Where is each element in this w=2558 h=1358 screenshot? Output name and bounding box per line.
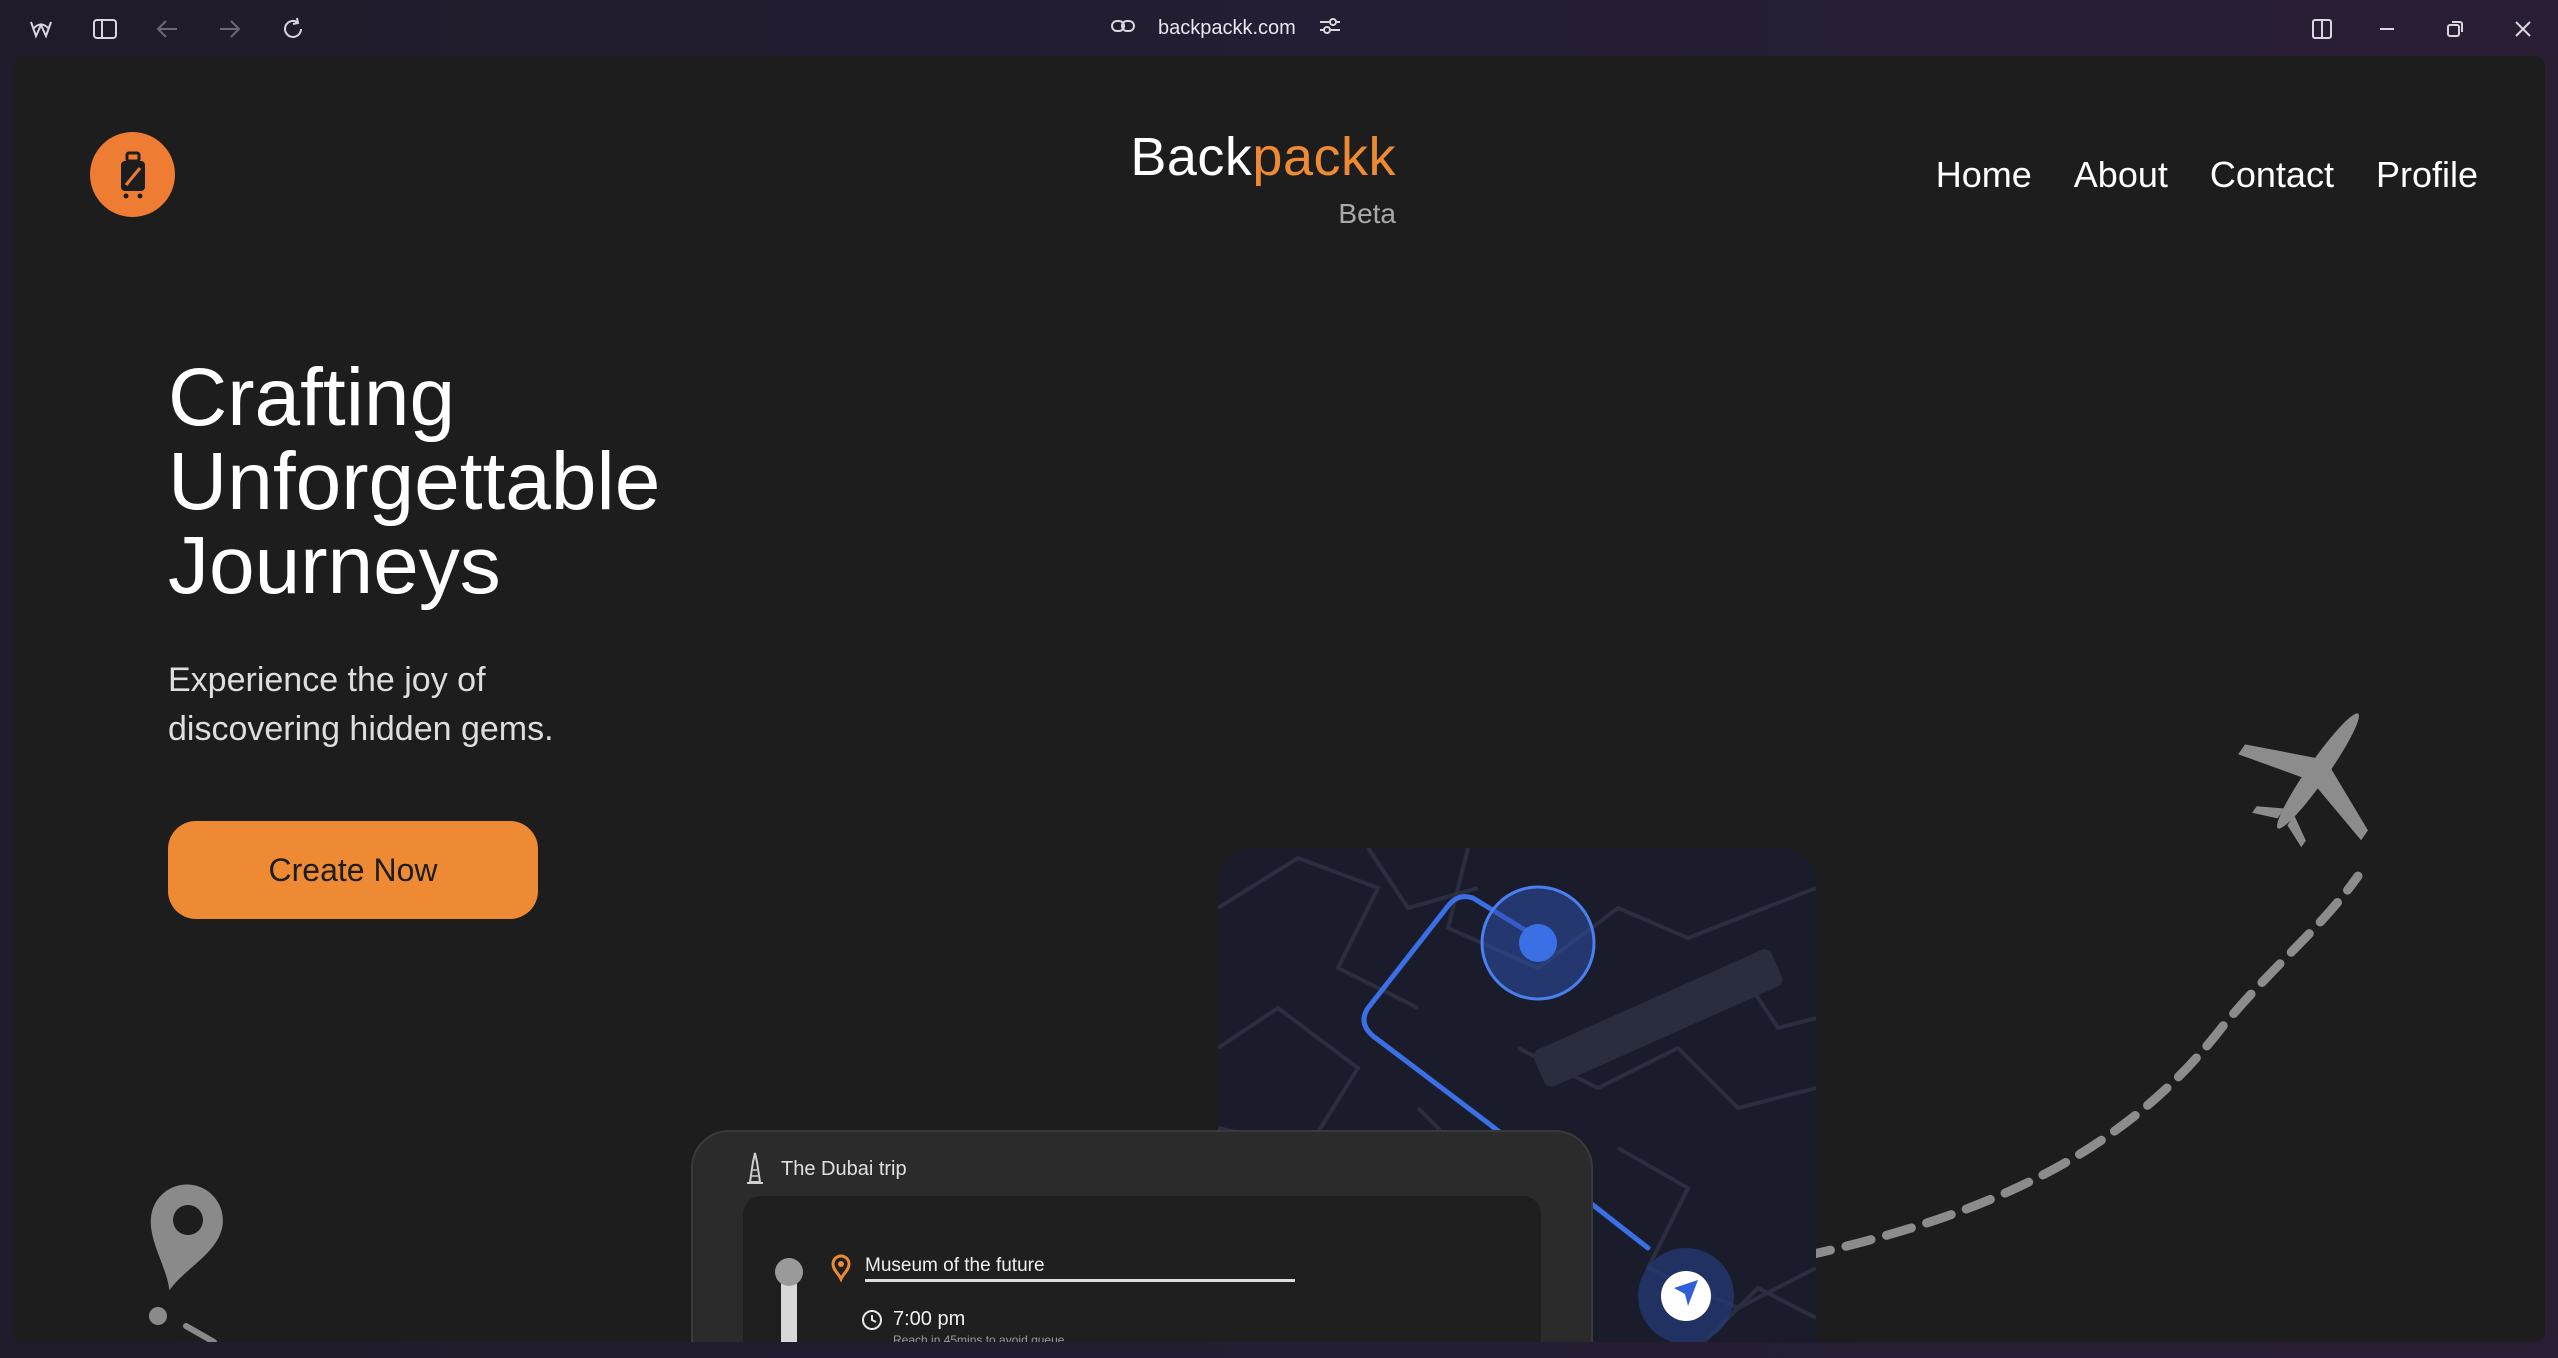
split-view-icon[interactable]	[2305, 12, 2339, 46]
hero-subtitle: Experience the joy of discovering hidden…	[168, 656, 628, 754]
address-bar[interactable]: backpackk.com	[1110, 10, 1342, 46]
stop-time: 7:00 pm	[861, 1308, 965, 1331]
hero-title: Crafting Unforgettable Journeys	[168, 356, 660, 608]
location-pin-icon	[149, 1184, 223, 1342]
back-arrow-icon[interactable]	[150, 12, 184, 46]
trip-header: The Dubai trip	[745, 1152, 907, 1186]
nav-profile[interactable]: Profile	[2376, 154, 2478, 196]
time-note: Reach in 45mins to avoid queue	[893, 1333, 1065, 1342]
trip-title: The Dubai trip	[781, 1157, 907, 1180]
airplane-icon	[2238, 713, 2368, 848]
app-logo-icon[interactable]	[24, 12, 58, 46]
page-content: Backpackk Beta Home About Contact Profil…	[13, 56, 2545, 1342]
main-nav: Home About Contact Profile	[1936, 154, 2478, 196]
time-text: 7:00 pm	[893, 1308, 966, 1330]
site-settings-icon[interactable]	[1318, 15, 1342, 42]
nav-home[interactable]: Home	[1936, 154, 2032, 196]
hero-subtitle-line: discovering hidden gems.	[168, 710, 554, 748]
nav-contact[interactable]: Contact	[2210, 154, 2334, 196]
close-icon[interactable]	[2506, 12, 2540, 46]
create-now-button[interactable]: Create Now	[168, 821, 538, 919]
hero-title-line: Crafting	[168, 352, 456, 443]
restore-icon[interactable]	[2438, 12, 2472, 46]
trip-card[interactable]: The Dubai trip Museum of the future 7:00…	[691, 1130, 1593, 1342]
browser-chrome: backpackk.com	[0, 0, 2558, 56]
timeline-handle[interactable]	[775, 1258, 803, 1286]
location-marker-icon	[831, 1254, 851, 1282]
site-logo[interactable]	[90, 132, 175, 217]
sidebar-toggle-icon[interactable]	[88, 12, 122, 46]
burj-tower-icon	[747, 1152, 763, 1184]
url-text[interactable]: backpackk.com	[1158, 17, 1296, 40]
stop-name[interactable]: Museum of the future	[865, 1255, 1295, 1282]
luggage-icon	[120, 151, 145, 198]
nav-about[interactable]: About	[2074, 154, 2168, 196]
itinerary-stop[interactable]: Museum of the future	[831, 1254, 1295, 1282]
link-icon	[1110, 18, 1136, 39]
brand-name-part1: Back	[1130, 127, 1253, 187]
itinerary-panel: Museum of the future 7:00 pm Reach in 45…	[743, 1196, 1541, 1342]
minimize-icon[interactable]	[2370, 12, 2404, 46]
hero-title-line: Journeys	[168, 520, 501, 611]
brand-name-part2: packk	[1252, 127, 1396, 187]
reload-icon[interactable]	[276, 12, 310, 46]
clock-icon	[862, 1309, 882, 1330]
brand-tag: Beta	[1338, 198, 1396, 229]
brand-wordmark[interactable]: Backpackk Beta	[1130, 126, 1396, 246]
hero-title-line: Unforgettable	[168, 436, 661, 527]
forward-arrow-icon[interactable]	[213, 12, 247, 46]
hero-subtitle-line: Experience the joy of	[168, 661, 486, 699]
